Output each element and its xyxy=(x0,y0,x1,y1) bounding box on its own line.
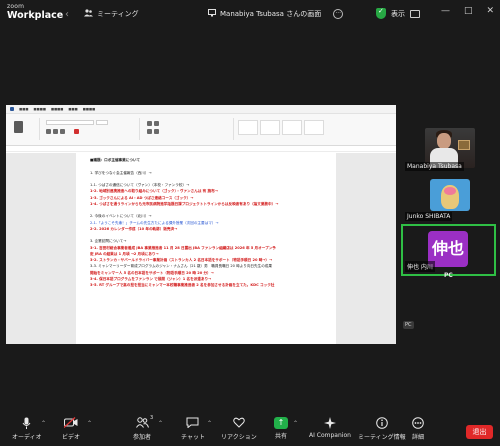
document-page: ■議題：ロボ主催事業について 1. 学びをつなぐ会主催報告（西川）→ 1-1. … xyxy=(76,153,336,344)
shared-screen: ■■■ ■■■■ ■■■■ ■■■ ■■■■ ■議題：ロボ主催事業について 1.… xyxy=(6,105,396,344)
title-bar: zoom Workplace ‹ ミーティング Manabiya Tsubasa… xyxy=(0,0,500,30)
share-button[interactable]: ↑ 共有 xyxy=(274,417,288,440)
share-label: 共有 xyxy=(274,433,287,440)
document-line: 3-5. RT グループで高の担を担当にミャンマー本校職事業推進者 2 名を参加… xyxy=(90,283,275,287)
sparkle-icon xyxy=(309,417,351,430)
audio-button[interactable]: オーディオ xyxy=(12,417,42,441)
security-area: 表示 xyxy=(376,7,420,19)
italic-icon xyxy=(53,129,58,134)
style-tile xyxy=(260,120,280,135)
word-tab: ■■■■ xyxy=(82,107,96,111)
share-screen-icon: ↑ xyxy=(274,417,288,429)
video-label: ビデオ xyxy=(62,434,81,441)
participant-name: Manabiya Tsubasa xyxy=(405,162,464,171)
numbering-icon xyxy=(154,121,159,126)
word-ribbon xyxy=(6,114,396,146)
word-tab: ■■■■ xyxy=(33,107,46,111)
info-icon xyxy=(358,417,406,430)
participant-tile-active[interactable]: 伸也 伸也 内川 xyxy=(401,224,496,276)
close-icon[interactable]: ✕ xyxy=(486,6,494,16)
chevron-up-icon[interactable]: ⌃ xyxy=(41,420,46,427)
ribbon-group-font xyxy=(44,118,140,140)
more-icon xyxy=(412,417,424,430)
word-ribbon-tabs: ■■■ ■■■■ ■■■■ ■■■ ■■■■ xyxy=(19,107,95,111)
more-label: 詳細 xyxy=(412,434,425,441)
window-controls: — □ ✕ xyxy=(441,6,494,16)
camera-icon xyxy=(62,417,80,430)
nav-arrows: ‹ xyxy=(65,9,69,20)
more-button[interactable]: 詳細 xyxy=(412,417,424,441)
font-size-box xyxy=(96,120,108,125)
align-center-icon xyxy=(154,129,159,134)
ribbon-group-clipboard xyxy=(10,118,40,140)
word-app-icon xyxy=(10,107,14,111)
video-button[interactable]: ビデオ xyxy=(62,417,80,441)
ai-companion-label: AI Companion xyxy=(309,432,351,439)
ai-companion-button[interactable]: AI Companion xyxy=(309,417,351,439)
logo-line2: Workplace xyxy=(7,10,64,21)
view-label[interactable]: 表示 xyxy=(391,9,405,19)
pc-label: PC xyxy=(444,272,453,279)
screen-share-icon xyxy=(208,9,216,19)
participants-label: 参加者 xyxy=(133,434,152,441)
view-icon[interactable] xyxy=(410,9,420,18)
tab-meeting-label: ミーティング xyxy=(97,10,139,18)
audio-label: オーディオ xyxy=(12,434,42,441)
participant-tile[interactable]: Manabiya Tsubasa xyxy=(403,121,496,173)
shield-icon[interactable] xyxy=(376,7,386,19)
leave-button[interactable]: 退出 xyxy=(466,425,493,439)
align-left-icon xyxy=(147,129,152,134)
heart-icon xyxy=(221,417,257,430)
chevron-up-icon[interactable]: ⌃ xyxy=(293,420,298,427)
font-color-icon xyxy=(74,129,79,134)
paste-icon xyxy=(14,121,23,133)
share-title-text: Manabiya Tsubasa さんの画面 xyxy=(220,10,322,18)
zoom-logo: zoom Workplace xyxy=(7,4,63,21)
share-title: Manabiya Tsubasa さんの画面 ··· xyxy=(208,9,344,19)
people-icon xyxy=(133,417,151,430)
chevron-up-icon[interactable]: ⌃ xyxy=(158,420,163,427)
participant-name: Junko SHIBATA xyxy=(405,212,453,221)
participant-name: 伸也 内川 xyxy=(405,261,435,272)
ribbon-group-paragraph xyxy=(144,118,234,140)
bullets-icon xyxy=(147,121,152,126)
reactions-button[interactable]: リアクション xyxy=(221,417,257,441)
font-name-box xyxy=(46,120,94,125)
share-options-button[interactable]: ··· xyxy=(333,9,344,19)
microphone-icon xyxy=(12,417,42,430)
meeting-toolbar: オーディオ ⌃ ビデオ ⌃ 参加者 3 ⌃ チャット ⌃ リアクション ↑ 共有… xyxy=(0,414,500,446)
bold-icon xyxy=(46,129,51,134)
word-titlebar: ■■■ ■■■■ ■■■■ ■■■ ■■■■ xyxy=(6,105,396,114)
people-icon xyxy=(84,9,93,19)
participant-tile[interactable]: Junko SHIBATA xyxy=(403,176,496,223)
chat-bubble-icon xyxy=(181,417,205,430)
reactions-label: リアクション xyxy=(221,434,257,441)
style-tile xyxy=(238,120,258,135)
pc-chip: PC xyxy=(403,321,414,329)
participants-button[interactable]: 参加者 xyxy=(133,417,151,441)
underline-icon xyxy=(60,129,65,134)
minimize-icon[interactable]: — xyxy=(441,6,450,16)
chat-label: チャット xyxy=(181,434,205,441)
chevron-up-icon[interactable]: ⌃ xyxy=(87,420,92,427)
document-canvas: ■議題：ロボ主催事業について 1. 学びをつなぐ会主催報告（西川）→ 1-1. … xyxy=(6,153,396,344)
word-tab: ■■■ xyxy=(19,107,29,111)
maximize-icon[interactable]: □ xyxy=(464,6,473,16)
style-tile xyxy=(282,120,302,135)
style-tile xyxy=(304,120,324,135)
tab-meeting[interactable]: ミーティング xyxy=(84,9,139,19)
back-arrow-icon[interactable]: ‹ xyxy=(65,9,69,20)
chevron-up-icon[interactable]: ⌃ xyxy=(207,420,212,427)
chat-button[interactable]: チャット xyxy=(181,417,205,441)
meeting-info-button[interactable]: ミーティング情報 xyxy=(358,417,406,441)
word-tab: ■■■■ xyxy=(50,107,64,111)
word-tab: ■■■ xyxy=(68,107,78,111)
participants-count: 3 xyxy=(150,415,154,421)
participant-video xyxy=(430,179,470,211)
word-ruler xyxy=(6,146,396,152)
meeting-info-label: ミーティング情報 xyxy=(358,434,406,441)
